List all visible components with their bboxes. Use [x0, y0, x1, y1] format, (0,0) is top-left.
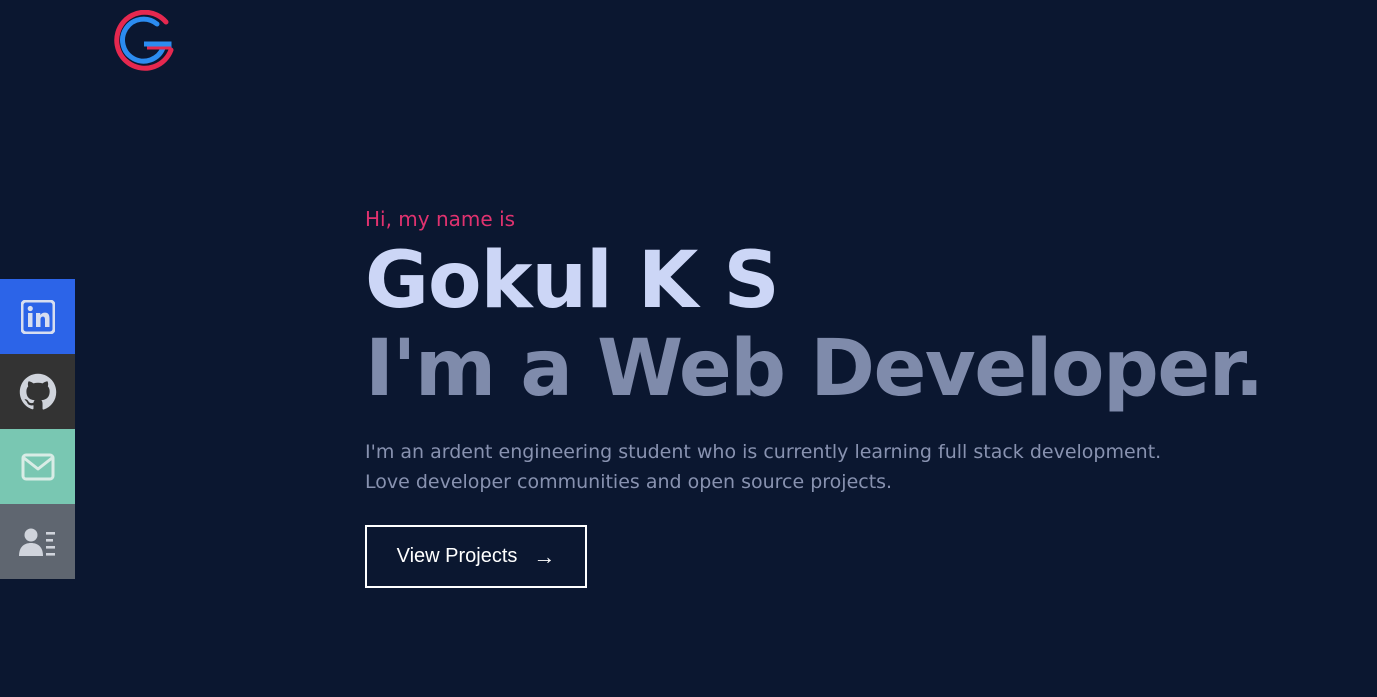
view-projects-button[interactable]: View Projects → [365, 525, 587, 588]
resume-link[interactable] [0, 504, 75, 579]
hero-role: I'm a Web Developer. [365, 324, 1264, 414]
mail-icon [21, 453, 54, 480]
site-logo[interactable] [111, 9, 179, 74]
linkedin-link[interactable] [0, 279, 75, 354]
g-logo-icon [114, 9, 174, 71]
hero-bio: I'm an ardent engineering student who is… [365, 441, 1162, 493]
social-sidebar [0, 279, 75, 579]
hero-section: Hi, my name is Gokul K S I'm a Web Devel… [365, 205, 1325, 497]
arrow-right-icon: → [533, 543, 556, 569]
view-projects-label: View Projects [396, 545, 518, 567]
email-link[interactable] [0, 429, 75, 504]
contact-card-icon [18, 528, 55, 556]
github-link[interactable] [0, 354, 75, 429]
github-icon [19, 373, 56, 410]
hero-greeting: Hi, my name is [365, 207, 516, 231]
linkedin-icon [20, 299, 55, 334]
hero-name: Gokul K S [365, 236, 780, 326]
